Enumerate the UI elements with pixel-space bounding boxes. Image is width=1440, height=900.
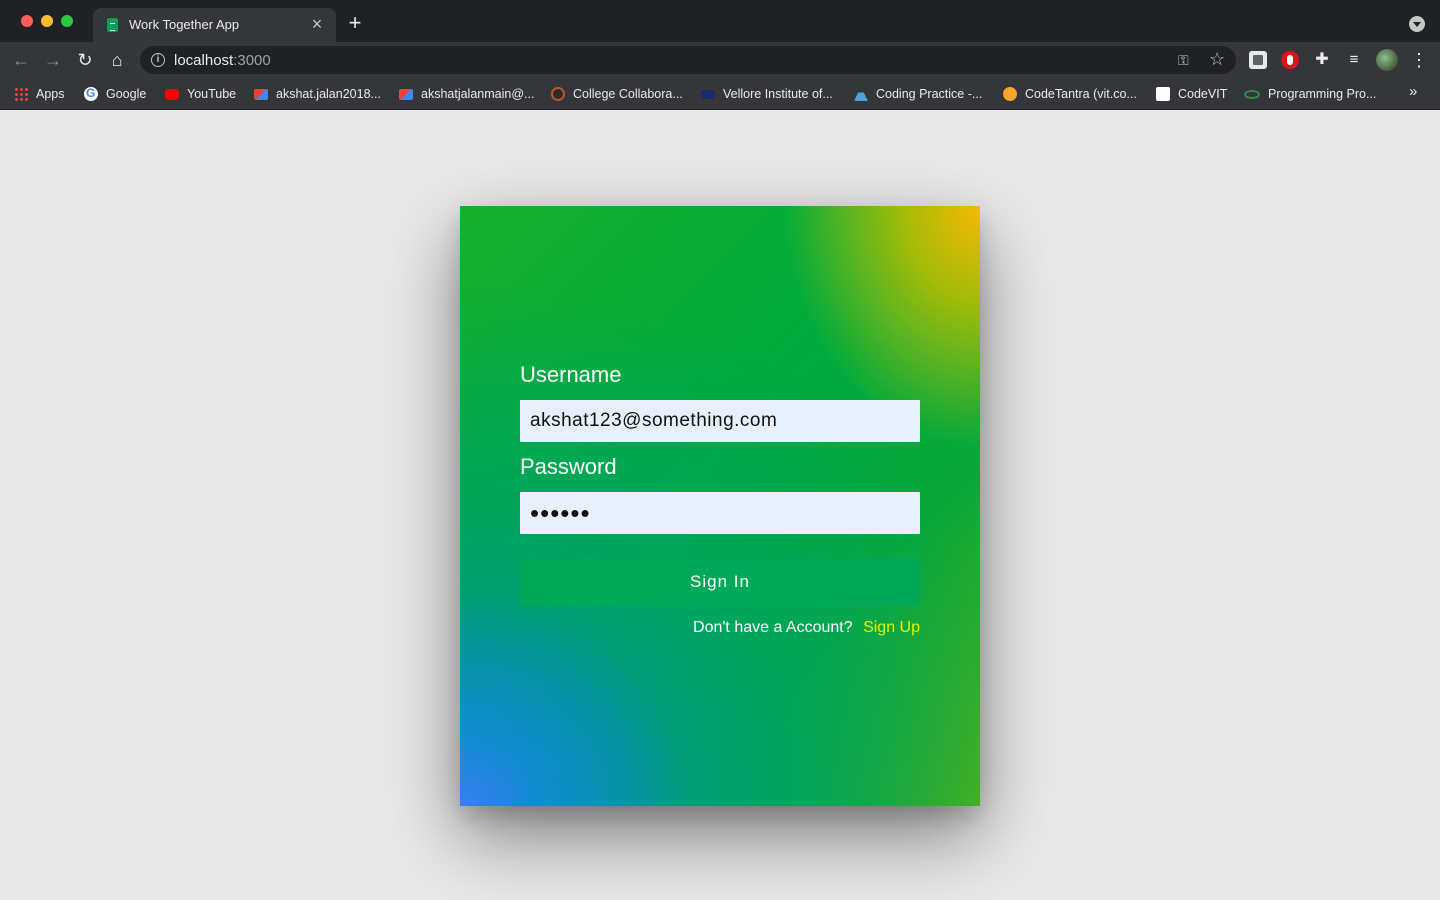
college-collab-icon xyxy=(551,87,565,101)
coding-practice-icon xyxy=(854,87,868,101)
page-body: Username Password Sign In Don't have a A… xyxy=(0,110,1440,900)
apps-grid-icon xyxy=(14,87,28,101)
tab-close-icon[interactable]: × xyxy=(308,15,326,33)
codevit-icon xyxy=(1156,87,1170,101)
sheets-favicon-icon xyxy=(107,18,118,32)
close-window-button[interactable] xyxy=(21,15,33,27)
tab-title: Work Together App xyxy=(129,17,240,32)
site-info-icon[interactable]: i xyxy=(151,53,165,67)
bookmark-label: Vellore Institute of... xyxy=(723,87,833,101)
forward-arrow-icon[interactable]: → xyxy=(41,48,65,72)
browser-tab-active[interactable]: Work Together App × xyxy=(93,8,336,42)
bookmark-label: Apps xyxy=(36,87,65,101)
bookmark-label: Coding Practice -... xyxy=(876,87,983,101)
minimize-window-button[interactable] xyxy=(41,15,53,27)
browser-toolbar: ← → ↻ ⌂ i localhost:3000 ⚿ ☆ ✚ ≡ ⋮ xyxy=(0,42,1440,78)
bookmark-label: Programming Pro... xyxy=(1268,87,1377,101)
bookmark-label: CodeVIT xyxy=(1178,87,1228,101)
bookmark-apps[interactable]: Apps xyxy=(14,84,65,104)
bookmark-label: College Collabora... xyxy=(573,87,683,101)
adblock-extension-icon[interactable] xyxy=(1281,51,1299,69)
no-account-text: Don't have a Account? xyxy=(693,619,853,636)
password-label: Password xyxy=(520,454,617,479)
bookmarks-bar: Apps Google YouTube akshat.jalan2018... … xyxy=(0,78,1440,110)
bookmark-label: YouTube xyxy=(187,87,237,101)
url-port: :3000 xyxy=(233,52,271,69)
sign-up-link[interactable]: Sign Up xyxy=(863,619,920,636)
media-control-icon[interactable]: ≡ xyxy=(1345,51,1363,69)
bookmark-label: akshatjalanmain@... xyxy=(421,87,535,101)
url-text: localhost:3000 xyxy=(174,52,271,69)
username-input[interactable] xyxy=(520,400,920,442)
bookmark-label: Google xyxy=(106,87,147,101)
vit-icon xyxy=(701,89,715,99)
bookmark-label: akshat.jalan2018... xyxy=(276,87,381,101)
tab-strip: Work Together App × + xyxy=(0,0,1440,42)
bookmarks-overflow-icon[interactable]: » xyxy=(1409,83,1417,100)
bookmark-programming[interactable]: Programming Pro... xyxy=(1244,84,1376,104)
bookmark-gmail-1[interactable]: akshat.jalan2018... xyxy=(254,84,381,104)
bookmark-coding-practice[interactable]: Coding Practice -... xyxy=(854,84,982,104)
sign-in-button[interactable]: Sign In xyxy=(520,558,920,606)
bookmark-vit[interactable]: Vellore Institute of... xyxy=(701,84,833,104)
youtube-icon xyxy=(165,88,179,100)
bookmark-college-collab[interactable]: College Collabora... xyxy=(551,84,683,104)
url-host: localhost xyxy=(174,52,234,69)
maximize-window-button[interactable] xyxy=(61,15,73,27)
address-bar[interactable]: i localhost:3000 ⚿ ☆ xyxy=(140,46,1236,74)
google-icon xyxy=(84,86,98,101)
bookmark-codevit[interactable]: CodeVIT xyxy=(1156,84,1227,104)
codetantra-icon xyxy=(1003,87,1017,101)
reload-icon[interactable]: ↻ xyxy=(73,48,97,72)
bookmark-codetantra[interactable]: CodeTantra (vit.co... xyxy=(1003,84,1137,104)
username-label: Username xyxy=(520,362,622,387)
profile-avatar[interactable] xyxy=(1376,49,1398,71)
bookmark-google[interactable]: Google xyxy=(84,84,146,104)
password-input[interactable] xyxy=(520,492,920,534)
extensions-puzzle-icon[interactable]: ✚ xyxy=(1313,51,1331,69)
gmail-icon xyxy=(399,88,413,100)
bookmark-gmail-2[interactable]: akshatjalanmain@... xyxy=(399,84,534,104)
bookmark-label: CodeTantra (vit.co... xyxy=(1025,87,1137,101)
gmail-icon xyxy=(254,88,268,100)
bookmark-star-icon[interactable]: ☆ xyxy=(1209,49,1225,70)
login-card: Username Password Sign In Don't have a A… xyxy=(460,206,980,806)
bookmark-youtube[interactable]: YouTube xyxy=(165,84,236,104)
new-tab-button[interactable]: + xyxy=(344,12,366,34)
home-icon[interactable]: ⌂ xyxy=(105,48,129,72)
gfg-icon xyxy=(1244,89,1260,99)
tab-search-icon[interactable] xyxy=(1409,16,1425,32)
notes-extension-icon[interactable] xyxy=(1249,51,1267,69)
back-arrow-icon[interactable]: ← xyxy=(9,48,33,72)
signup-prompt: Don't have a Account? Sign Up xyxy=(693,619,920,637)
key-icon[interactable]: ⚿ xyxy=(1178,52,1189,69)
browser-menu-icon[interactable]: ⋮ xyxy=(1410,48,1428,72)
